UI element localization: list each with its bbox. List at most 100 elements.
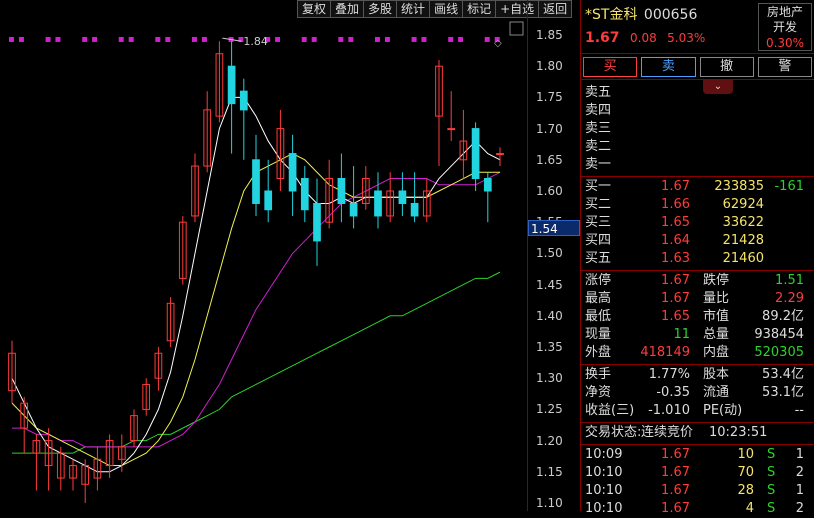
stat-row: 最低 1.65 市值 89.2亿 [585,308,810,326]
stat-row-cell: 520305 [754,345,804,360]
checkbox-icon [509,21,524,36]
cancel-order-button[interactable]: 撤 [699,57,754,77]
diamond-icon: ◇ [494,38,502,49]
ask-row: 卖二 [585,138,810,156]
toolbar-button-5[interactable]: 标记 [462,0,497,18]
stat2-row: 净资 -0.35 流通 53.1亿 [585,384,810,402]
marker-dots: ▪ ▪ [45,34,62,45]
tick-row-cell: 4 [745,501,754,516]
bid-row-cell: -161 [774,179,804,194]
candle-body [374,190,382,217]
toolbar-button-3[interactable]: 统计 [396,0,431,18]
stat-row: 涨停 1.67 跌停 1.51 [585,272,810,290]
trade-status-cell: 连续竞价 [641,425,694,440]
candle-body [483,178,492,192]
ask-row-cell: 卖四 [585,103,612,118]
bid-row: 买五 1.63 21460 [585,250,810,268]
tick-row-cell: 1.67 [661,465,690,480]
cursor-price-label: 1.54 [528,220,580,237]
tick-row-cell: 10:10 [585,483,623,498]
candle-body [288,153,297,192]
y-tick-label: 1.10 [536,496,563,510]
price-change-pct: 5.03% [667,31,706,45]
y-tick-label: 1.35 [536,340,563,354]
candle-body [252,159,260,204]
candle-body [410,202,419,217]
tick-row-cell: 2 [795,501,804,516]
toolbar-button-4[interactable]: 画线 [429,0,464,18]
bid-row-cell: 1.63 [661,251,690,266]
quote-header: *ST金科 000656 1.67 0.08 5.03% 房地产开发 0.30% [581,0,814,54]
stat2-row-cell: -1.010 [648,403,690,418]
candle-body [227,65,236,105]
bid-row-cell: 买三 [585,215,612,230]
trade-status-cell: 交易状态: [585,425,642,440]
y-tick-label: 1.20 [536,433,563,448]
stat-row-cell: 跌停 [703,273,730,288]
stat-row: 外盘 418149 内盘 520305 [585,344,810,362]
ma60-line [12,271,501,454]
tick-row: 10:10 1.67 70 S 2 [585,464,810,482]
stat-row-cell: 938454 [754,327,804,342]
bid-row-cell: 1.65 [661,215,690,230]
tick-row-cell: 1.67 [661,483,690,498]
marker-dots: ▪ ▪ [301,34,318,45]
candle-body [300,178,309,211]
y-tick-label: 1.60 [536,184,563,198]
ask-row: 卖五 [585,84,810,102]
kline-chart[interactable]: ▪ ▪ ▪ ▪ ▪ ▪ ▪ ▪ ▪ ▪ ▪ ▪ ▪ ▪ ▪ ▪ ▪ ▪ ▪ ▪ ▪ ▪ ▪ ▪ ▪ ▪ ▪… [0,0,580,511]
sell-button[interactable]: 卖 [641,57,696,77]
toolbar-button-2[interactable]: 多股 [363,0,398,18]
trade-buttons: 买 卖 撤 警 [581,54,814,80]
y-tick-label: 1.80 [536,59,563,74]
marker-dots: ▪ ▪ [447,34,464,45]
candle-body [471,128,480,180]
tick-row: 10:10 1.67 28 S 1 [585,482,810,500]
last-price: 1.67 [585,30,620,46]
bid-row: 买四 1.64 21428 [585,232,810,250]
stat2-row-cell: 股本 [703,367,730,382]
stat2-row-cell: 收益(三) [585,403,635,418]
candle-body [398,190,407,204]
stats-divider [581,270,814,271]
y-tick-label: 1.65 [536,152,563,167]
stat-row-cell: 总量 [703,327,730,342]
tick-row-cell: 2 [795,465,804,480]
stat-row-cell: 涨停 [585,273,612,288]
ask-row-cell: 卖二 [585,139,612,154]
marker-dots: ▪ ▪ [374,34,391,45]
marker-dots: ▪ ▪ [154,34,171,45]
tick-row-cell: 1.67 [661,447,690,462]
y-tick-label: 1.45 [536,277,563,292]
stat-row-cell: 418149 [640,345,690,360]
stat-row-cell: 市值 [703,309,730,324]
stat-row-cell: 最高 [585,291,612,306]
tick-row-cell: S [767,483,776,498]
tick-row-cell: 10:10 [585,501,623,516]
marker-dots: ▪ ▪ [411,34,428,45]
stat2-row-cell: 净资 [585,385,612,400]
stat-row-cell: 最低 [585,309,612,324]
marker-dots: ▪ ▪ [337,34,354,45]
sector-box[interactable]: 房地产开发 0.30% [758,3,812,51]
bid-row-cell: 21428 [722,233,764,248]
stat-row-cell: 11 [673,327,690,342]
quote-panel: *ST金科 000656 1.67 0.08 5.03% 房地产开发 0.30%… [580,0,814,516]
candle-body [337,178,346,204]
bid-row-cell: 33622 [722,215,764,230]
toolbar-button-0[interactable]: 复权 [297,0,332,18]
stat2-row-cell: 1.77% [648,367,690,382]
bid-row: 买二 1.66 62924 [585,196,810,214]
bid-row-cell: 1.64 [661,233,690,248]
marker-dots: ▪ ▪ [118,34,135,45]
buy-button[interactable]: 买 [583,57,638,77]
high-marker-label: 1.84 [243,35,268,48]
stat-row: 最高 1.67 量比 2.29 [585,290,810,308]
bid-row-cell: 1.66 [661,197,690,212]
stat-row: 现量 11 总量 938454 [585,326,810,344]
stat-row-cell: 2.29 [775,291,804,306]
alert-button[interactable]: 警 [757,57,812,77]
candle-body [349,202,358,217]
tick-row: 10:09 1.67 10 S 1 [585,446,810,464]
toolbar-button-1[interactable]: 叠加 [330,0,365,18]
